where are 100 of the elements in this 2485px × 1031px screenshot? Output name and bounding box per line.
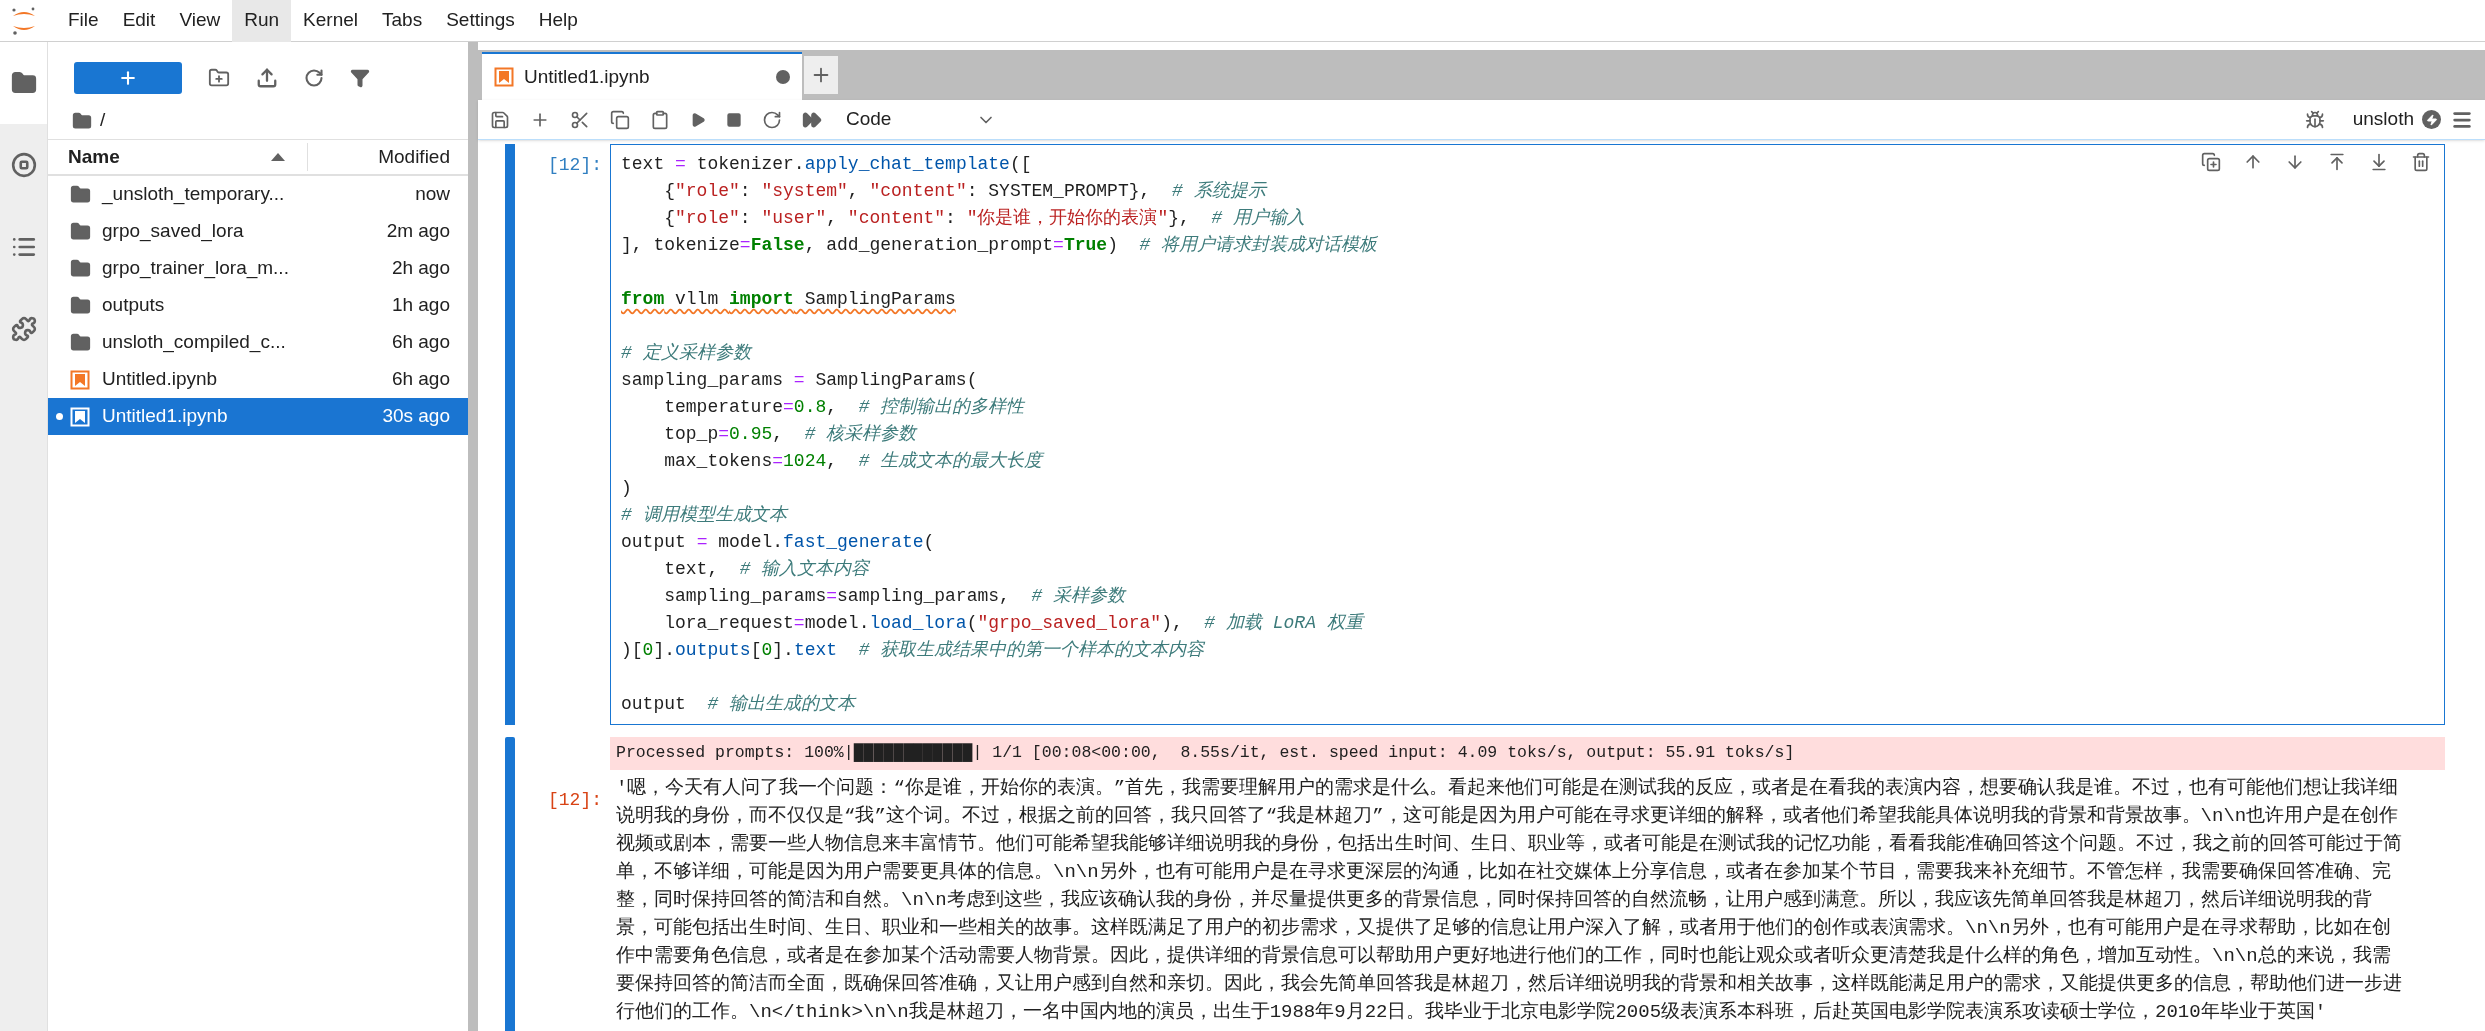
folder-icon: [70, 221, 91, 242]
folder-icon: [70, 184, 91, 205]
folder-icon: [70, 258, 91, 279]
menu-item[interactable]: Help: [526, 0, 590, 42]
puzzle-icon: [10, 316, 37, 342]
output-text-line: '嗯，今天有人问了我一个问题：“你是谁，开始你的表演。”首先，我需要理解用户的需求是什么。看起来他们可能是在测试我的反应，或者是在看我的表演内容，想要确认我是谁。不过，也有可能他们想让我详细: [616, 775, 2399, 801]
copy-icon[interactable]: [610, 109, 630, 130]
duplicate-icon[interactable]: [2201, 152, 2221, 172]
output-text-line: 单，不够详细，可能是因为用户需要更具体的信息。\n\n另外，也有可能用户是在寻求更深层的沟通，比如在社交媒体上分享信息，或者在参加某个节目，需要我来补充细节。不管怎样，我需要确保回答准确、完: [616, 859, 2391, 885]
upload-icon[interactable]: [256, 67, 278, 89]
code-line: ): [621, 477, 632, 500]
menu-item[interactable]: Kernel: [291, 0, 370, 42]
file-name: grpo_saved_lora: [102, 219, 245, 244]
code-line: text = tokenizer.apply_chat_template([: [621, 153, 1032, 176]
code-line: output = model.fast_generate(: [621, 531, 935, 554]
refresh-icon[interactable]: [304, 68, 324, 88]
code-line: text, # 输入文本内容: [663, 558, 870, 581]
output-text-line: 景，可能包括出生时间、生日、职业和一些相关的故事。这样既满足了用户的初步需求，又提供了足够的信息让用户深入了解，或者用于他们的创作或表演需求。\n\n另外，也有可能用户是在寻求帮助，比如在创: [616, 915, 2391, 941]
filter-icon[interactable]: [350, 68, 370, 88]
notebook-icon: [70, 406, 90, 427]
fast-forward-icon[interactable]: [802, 109, 822, 130]
code-line: # 定义采样参数: [621, 342, 751, 365]
activity-tab[interactable]: [0, 42, 47, 124]
tab-label: Untitled1.ipynb: [524, 64, 651, 89]
code-line: lora_request=model.load_lora("grpo_saved_lora"), # 加载 LoRA 权重: [663, 612, 1363, 635]
code-line: ], tokenize=False, add_generation_prompt=True) # 将用户请求封装成对话模板: [621, 234, 1378, 257]
folder-plus-icon[interactable]: [208, 67, 230, 89]
breadcrumb-path[interactable]: /: [100, 106, 106, 135]
output-text-line: 说明我的身份，而不仅仅是“我”这个词。不过，根据之前的回答，我只回答了“我是林超刀”，这可能是因为用户可能在寻求更详细的解释，或者他们希望我能具体说明我的背景和背景故事。\n\n也许用户是在创作: [616, 803, 2399, 829]
code-line: sampling_params=sampling_params, # 采样参数: [663, 585, 1126, 608]
notebook-icon: [494, 67, 514, 87]
notebook-icon: [70, 369, 90, 390]
code-editor[interactable]: [610, 144, 2445, 725]
code-line: sampling_params = SamplingParams(: [621, 369, 978, 392]
bug-icon[interactable]: [2304, 109, 2325, 130]
file-row[interactable]: Untitled.ipynb 6h ago: [48, 361, 468, 398]
insert-below-icon[interactable]: [2369, 152, 2389, 172]
output-text-line: 要保持回答的简洁而全面，既确保回答准确，又让用户感到自然和亲切。因此，我会先简单回答我是林超刀，然后详细说明我的背景和相关故事，这样既能满足用户的需求，又能提供更多的信息，帮助他们进一步进: [616, 971, 2402, 997]
file-name: grpo_trainer_lora_m...: [102, 256, 290, 281]
file-name: Untitled1.ipynb: [102, 404, 229, 429]
menu-item[interactable]: Edit: [110, 0, 168, 42]
menu-item[interactable]: File: [56, 0, 111, 42]
menu-item[interactable]: View: [167, 0, 233, 42]
stop-icon[interactable]: [726, 111, 742, 128]
file-row[interactable]: Untitled1.ipynb 30s ago: [48, 398, 468, 435]
insert-above-icon[interactable]: [2327, 152, 2347, 172]
menu-item[interactable]: Tabs: [370, 0, 435, 42]
output-text-line: 作中需要角色信息，或者是在参加某个活动需要人物背景。因此，提供详细的背景信息可以帮助用户更好地进行他们的工作，同时也能让观众或者听众更清楚我是什么样的角色，增加互动性。\n\n总的来说，我需: [616, 943, 2391, 969]
file-row[interactable]: _unsloth_temporary... now: [48, 176, 468, 213]
play-icon[interactable]: [690, 111, 706, 128]
output-text-line: 整，同时保持回答的简洁和自然。\n\n考虑到这些，我应该确认我的身份，并尽量提供更多的背景信息，同时保持回答的自然流畅，让用户感到满意。所以，我应该先简单回答我是林超刀，然后详细说明我的背: [616, 887, 2372, 913]
restart-icon[interactable]: [762, 109, 782, 130]
file-row[interactable]: grpo_saved_lora 2m ago: [48, 213, 468, 250]
modified-time: 2m ago: [386, 219, 450, 244]
column-header[interactable]: Name: [68, 142, 120, 172]
code-line: {"role": "user", "content": "你是谁，开始你的表演"}, # 用户输入: [663, 207, 1306, 230]
code-line: )[0].outputs[0].text # 获取生成结果中的第一个样本的文本内容: [621, 639, 1205, 662]
file-row[interactable]: outputs 1h ago: [48, 287, 468, 324]
file-row[interactable]: grpo_trainer_lora_m... 2h ago: [48, 250, 468, 287]
code-line: # 调用模型生成文本: [621, 504, 787, 527]
file-name: outputs: [102, 293, 166, 318]
menu-item[interactable]: Run: [232, 0, 292, 42]
code-line: top_p=0.95, # 核采样参数: [663, 423, 917, 446]
file-name: unsloth_compiled_c...: [102, 330, 287, 355]
clipboard-icon[interactable]: [650, 109, 670, 130]
code-line: temperature=0.8, # 控制输出的多样性: [663, 396, 1025, 419]
menu-item[interactable]: Settings: [434, 0, 527, 42]
folder-icon: [70, 332, 91, 353]
folder-icon[interactable]: [72, 110, 92, 131]
code-line: max_tokens=1024, # 生成文本的最大长度: [663, 450, 1043, 473]
stop-circle-icon: [10, 152, 37, 178]
code-line: from vllm import SamplingParams: [621, 288, 956, 311]
file-name: Untitled.ipynb: [102, 367, 219, 392]
trash-icon[interactable]: [2411, 152, 2431, 172]
cell-type-select[interactable]: Code: [846, 105, 996, 134]
folder-icon: [10, 70, 37, 96]
file-name: _unsloth_temporary...: [102, 182, 286, 207]
new-tab-button[interactable]: [804, 56, 838, 94]
output-prompt: [12]:: [548, 790, 602, 810]
modified-time: 6h ago: [391, 367, 450, 392]
modified-time: now: [415, 182, 450, 207]
code-line: {"role": "system", "content": SYSTEM_PROMPT}, # 系统提示: [663, 180, 1266, 203]
kernel-status-icon: [2422, 110, 2441, 129]
column-header[interactable]: Modified: [378, 145, 450, 167]
save-icon[interactable]: [490, 109, 510, 130]
scissors-icon[interactable]: [570, 109, 590, 130]
code-line: output # 输出生成的文本: [621, 693, 856, 716]
modified-time: 1h ago: [391, 293, 450, 318]
stderr-output: Processed prompts: 100%|████████████| 1/1 [00:08<00:00, 8.55s/it, est. speed input: 4.09 toks/s, output: 55.91 toks/s]: [610, 737, 2445, 770]
file-row[interactable]: unsloth_compiled_c... 6h ago: [48, 324, 468, 361]
modified-time: 30s ago: [382, 404, 450, 429]
output-text-line: 视频或剧本，需要一些人物信息来丰富情节。他们可能希望我能够详细说明我的身份，包括出生时间、生日、职业等，或者可能是在测试我的记忆功能，看看我能准确回答这个问题。不过，我之前的回答可能过于简: [616, 831, 2402, 857]
output-text-line: 行他们的工作。\n</think>\n\n我是林超刀，一名中国内地的演员，出生于1988年9月22日。我毕业于北京电影学院2005级表演系本科班，后赴英国电影学院表演系攻读硕士学位，2010年毕业于英国': [616, 999, 2327, 1025]
input-prompt: [12]:: [548, 155, 602, 175]
notebook-tab[interactable]: Untitled1.ipynb: [482, 52, 802, 100]
modified-time: 2h ago: [391, 256, 450, 281]
plus-icon: [118, 68, 138, 88]
kernel-name[interactable]: unsloth: [2352, 105, 2414, 134]
modified-time: 6h ago: [391, 330, 450, 355]
folder-icon: [70, 295, 91, 316]
